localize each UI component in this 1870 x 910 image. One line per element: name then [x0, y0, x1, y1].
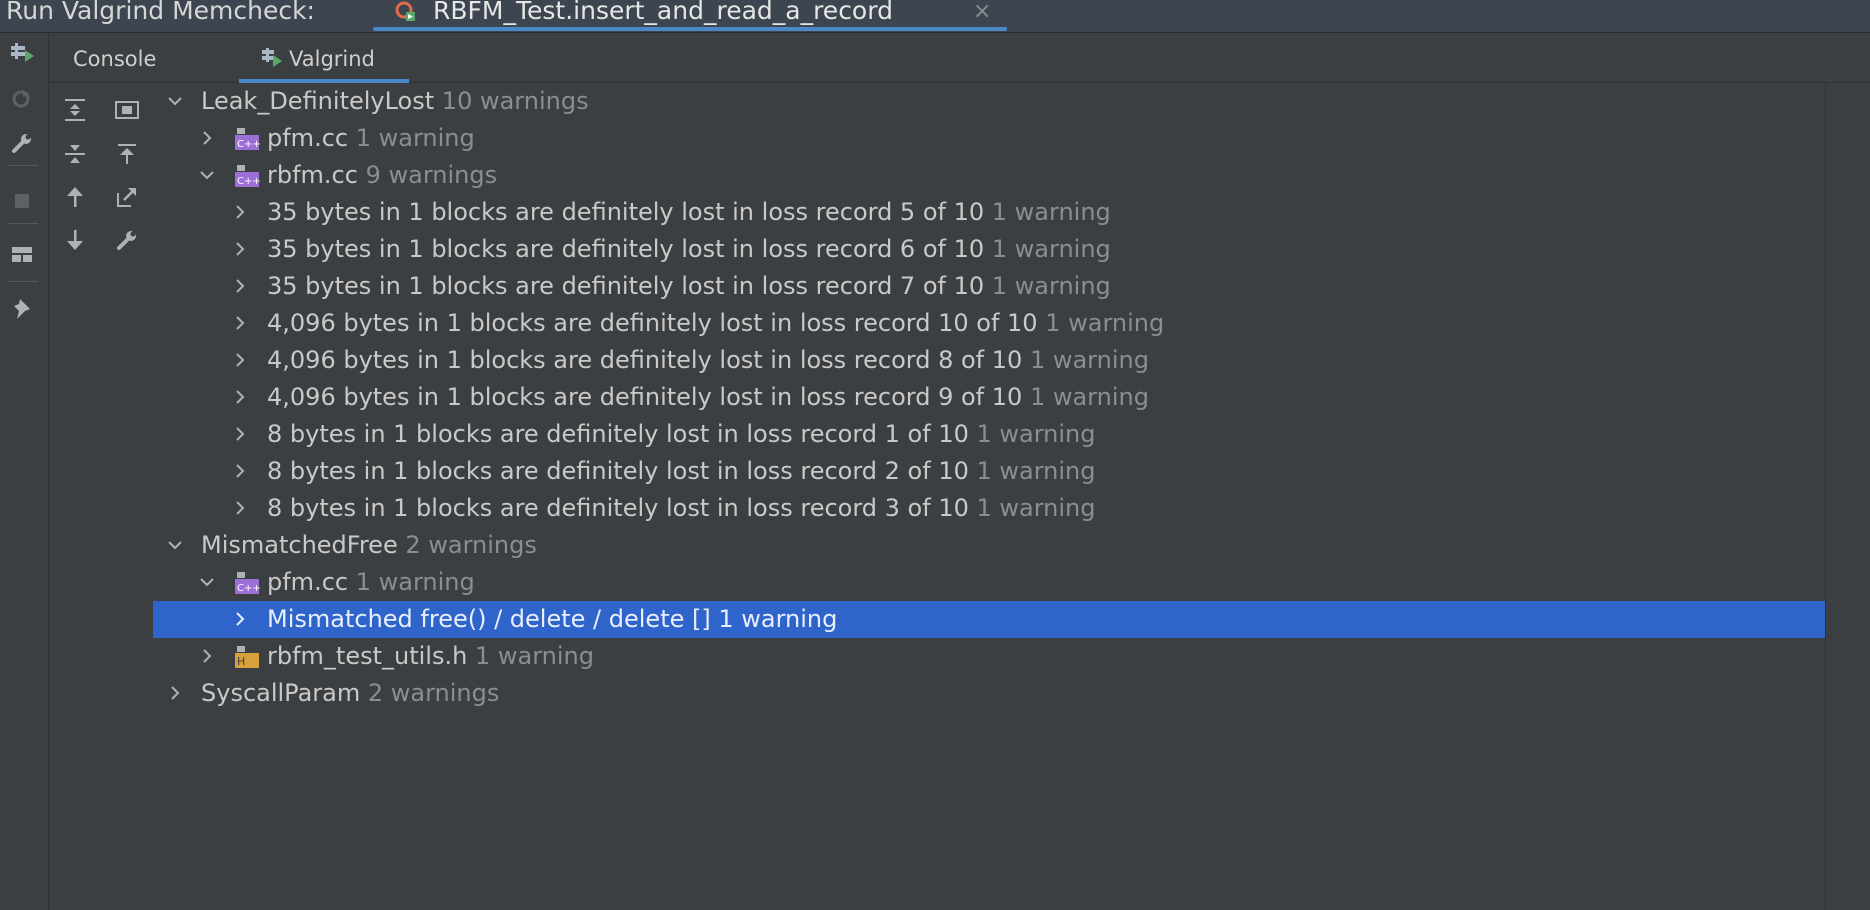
chevron-right-icon[interactable]	[231, 314, 249, 332]
tab-valgrind-label: Valgrind	[289, 47, 375, 71]
next-occurrence-icon[interactable]	[58, 223, 92, 257]
run-config-name: RBFM_Test.insert_and_read_a_record	[433, 0, 893, 25]
tree-node-label: 4,096 bytes in 1 blocks are definitely l…	[267, 346, 1149, 374]
tree-node-leak-record[interactable]: 35 bytes in 1 blocks are definitely lost…	[153, 194, 1825, 231]
export-icon[interactable]	[110, 180, 144, 214]
chevron-right-icon[interactable]	[231, 425, 249, 443]
run-window-label: Run Valgrind Memcheck:	[6, 0, 315, 25]
chevron-down-icon[interactable]	[166, 536, 184, 554]
tree-node-leak-record[interactable]: 4,096 bytes in 1 blocks are definitely l…	[153, 342, 1825, 379]
wrench-icon[interactable]	[8, 129, 36, 157]
settings-wrench-icon[interactable]	[110, 223, 144, 257]
expand-all-icon[interactable]	[58, 93, 92, 127]
tree-node-label: 4,096 bytes in 1 blocks are definitely l…	[267, 383, 1149, 411]
chevron-right-icon[interactable]	[231, 240, 249, 258]
cpp-file-icon: C++	[235, 572, 261, 594]
tree-node-leak-record[interactable]: 4,096 bytes in 1 blocks are definitely l…	[153, 305, 1825, 342]
tree-node-mismatched-record-selected[interactable]: Mismatched free() / delete / delete [] 1…	[153, 601, 1825, 638]
tree-node-mismatched-free[interactable]: MismatchedFree 2 warnings	[153, 527, 1825, 564]
tree-node-leak-definitely-lost[interactable]: Leak_DefinitelyLost 10 warnings	[153, 83, 1825, 120]
valgrind-results-tree: Leak_DefinitelyLost 10 warnings C++ pfm.…	[153, 83, 1825, 910]
tree-node-label: 4,096 bytes in 1 blocks are definitely l…	[267, 309, 1165, 337]
chevron-right-icon[interactable]	[231, 499, 249, 517]
toolbar-separator	[8, 165, 38, 166]
tree-node-leak-record[interactable]: 35 bytes in 1 blocks are definitely lost…	[153, 231, 1825, 268]
tree-node-leak-record[interactable]: 8 bytes in 1 blocks are definitely lost …	[153, 490, 1825, 527]
tree-node-label: 35 bytes in 1 blocks are definitely lost…	[267, 235, 1111, 263]
chevron-right-icon[interactable]	[231, 277, 249, 295]
close-icon[interactable]: ×	[973, 0, 991, 24]
chevron-down-icon[interactable]	[166, 92, 184, 110]
run-title-bar: Run Valgrind Memcheck: RBFM_Test.insert_…	[0, 0, 1870, 33]
run-toolbar	[0, 33, 49, 910]
chevron-right-icon[interactable]	[231, 462, 249, 480]
tree-node-label: 35 bytes in 1 blocks are definitely lost…	[267, 198, 1111, 226]
tree-node-file[interactable]: H rbfm_test_utils.h 1 warning	[153, 638, 1825, 675]
tree-node-syscall-param[interactable]: SyscallParam 2 warnings	[153, 675, 1825, 712]
tree-node-leak-record[interactable]: 8 bytes in 1 blocks are definitely lost …	[153, 416, 1825, 453]
svg-text:C++: C++	[237, 583, 261, 594]
chevron-right-icon[interactable]	[231, 203, 249, 221]
previous-occurrence-icon[interactable]	[58, 180, 92, 214]
tree-node-label: SyscallParam 2 warnings	[201, 679, 500, 707]
svg-text:C++: C++	[237, 176, 261, 187]
tree-node-label: rbfm_test_utils.h 1 warning	[267, 642, 594, 670]
valgrind-icon	[261, 47, 283, 69]
tree-node-file[interactable]: C++ pfm.cc 1 warning	[153, 564, 1825, 601]
stop-icon[interactable]	[8, 187, 36, 215]
run-config-icon	[395, 0, 417, 24]
vertical-scrollbar[interactable]	[1825, 83, 1870, 910]
toolbar-separator	[8, 281, 38, 282]
chevron-right-icon[interactable]	[166, 684, 184, 702]
layout-icon[interactable]	[8, 241, 36, 269]
chevron-right-icon[interactable]	[198, 129, 216, 147]
tree-node-label: 8 bytes in 1 blocks are definitely lost …	[267, 457, 1096, 485]
tree-node-label: Mismatched free() / delete / delete [] 1…	[267, 605, 838, 633]
tree-node-label: 35 bytes in 1 blocks are definitely lost…	[267, 272, 1111, 300]
tool-window-tabs: Console Valgrind	[49, 33, 1870, 83]
tree-node-file[interactable]: C++ pfm.cc 1 warning	[153, 120, 1825, 157]
tree-node-label: 8 bytes in 1 blocks are definitely lost …	[267, 420, 1096, 448]
tree-node-label: MismatchedFree 2 warnings	[201, 531, 537, 559]
chevron-right-icon[interactable]	[231, 351, 249, 369]
chevron-right-icon[interactable]	[231, 610, 249, 628]
chevron-right-icon[interactable]	[198, 647, 216, 665]
scroll-to-top-icon[interactable]	[110, 137, 144, 171]
rerun-failed-icon[interactable]	[8, 85, 36, 113]
chevron-right-icon[interactable]	[231, 388, 249, 406]
run-config-tab[interactable]: RBFM_Test.insert_and_read_a_record ×	[373, 0, 1007, 33]
tree-node-label: 8 bytes in 1 blocks are definitely lost …	[267, 494, 1096, 522]
header-file-icon: H	[235, 646, 259, 668]
svg-text:H: H	[237, 655, 245, 668]
cpp-file-icon: C++	[235, 128, 261, 150]
rerun-icon[interactable]	[8, 39, 36, 67]
cpp-file-icon: C++	[235, 165, 261, 187]
svg-text:C++: C++	[237, 139, 261, 150]
chevron-down-icon[interactable]	[198, 573, 216, 591]
tree-toolbar	[49, 83, 153, 910]
tree-node-leak-record[interactable]: 4,096 bytes in 1 blocks are definitely l…	[153, 379, 1825, 416]
tree-node-label: pfm.cc 1 warning	[267, 124, 475, 152]
active-tab-indicator	[373, 27, 1007, 31]
tab-valgrind[interactable]: Valgrind	[189, 39, 409, 83]
tree-node-label: rbfm.cc 9 warnings	[267, 161, 498, 189]
tab-console[interactable]: Console	[73, 47, 156, 71]
tree-node-label: Leak_DefinitelyLost 10 warnings	[201, 87, 589, 115]
tree-node-file[interactable]: C++ rbfm.cc 9 warnings	[153, 157, 1825, 194]
chevron-down-icon[interactable]	[198, 166, 216, 184]
collapse-all-icon[interactable]	[58, 137, 92, 171]
tree-node-leak-record[interactable]: 8 bytes in 1 blocks are definitely lost …	[153, 453, 1825, 490]
pin-icon[interactable]	[8, 295, 36, 323]
tree-node-leak-record[interactable]: 35 bytes in 1 blocks are definitely lost…	[153, 268, 1825, 305]
toolbar-separator	[8, 223, 38, 224]
tree-node-label: pfm.cc 1 warning	[267, 568, 475, 596]
group-by-icon[interactable]	[110, 93, 144, 127]
